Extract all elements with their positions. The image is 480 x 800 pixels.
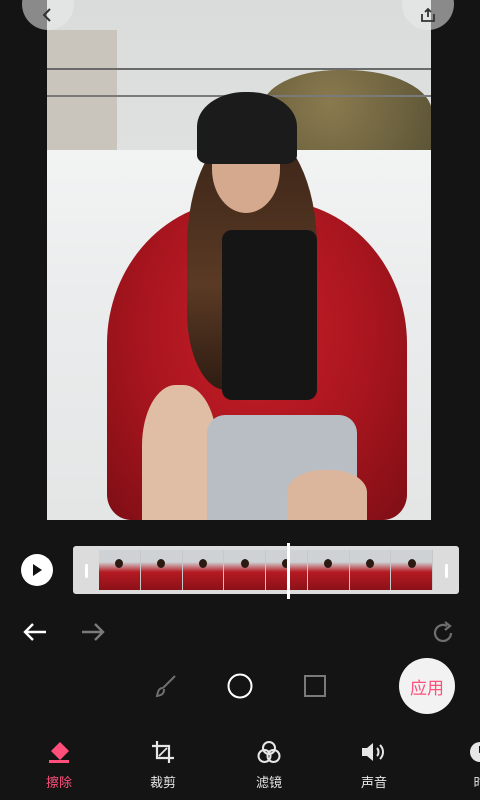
timeline-frame <box>349 550 392 590</box>
tab-crop[interactable]: 裁剪 <box>133 736 193 791</box>
speaker-icon <box>362 743 384 761</box>
bottom-tab-bar: 擦除 裁剪 滤镜 声音 时 <box>0 730 480 800</box>
tab-label: 时 <box>473 776 480 791</box>
arrow-left-icon <box>23 623 46 641</box>
redo-button[interactable] <box>80 618 106 650</box>
tab-label: 滤镜 <box>255 776 282 791</box>
video-preview <box>47 0 431 520</box>
timeline-frame <box>307 550 350 590</box>
tab-label: 声音 <box>360 776 387 791</box>
chevron-left-icon <box>42 8 51 22</box>
tab-label: 裁剪 <box>149 776 176 791</box>
filter-icon <box>257 741 281 763</box>
timeline-frames <box>99 550 433 590</box>
timeline-frame <box>224 550 266 590</box>
timeline-frame <box>391 550 433 590</box>
tab-erase[interactable]: 擦除 <box>29 736 89 791</box>
eraser-icon <box>49 742 69 763</box>
apply-button[interactable]: 应用 <box>399 658 455 714</box>
tab-time[interactable]: 时 <box>450 736 480 791</box>
timeline-strip[interactable] <box>73 546 459 594</box>
clock-icon <box>470 742 480 762</box>
tab-filter[interactable]: 滤镜 <box>239 736 299 791</box>
timeline-frame <box>182 550 225 590</box>
tab-sound[interactable]: 声音 <box>344 736 404 791</box>
play-icon <box>33 564 42 576</box>
circle-tool-button[interactable] <box>226 672 254 700</box>
trim-handle-left[interactable] <box>85 564 88 578</box>
brush-tool-button[interactable] <box>152 672 180 700</box>
trim-handle-right[interactable] <box>445 564 448 578</box>
share-icon <box>421 7 435 22</box>
reset-button[interactable] <box>430 620 456 653</box>
undo-button[interactable] <box>22 618 48 650</box>
crop-icon <box>152 741 174 763</box>
timeline-frame <box>99 550 141 590</box>
square-icon <box>304 675 326 697</box>
tab-label: 擦除 <box>45 776 72 791</box>
brush-icon <box>155 675 176 698</box>
playhead[interactable] <box>287 543 290 599</box>
circle-icon <box>227 673 253 699</box>
play-button[interactable] <box>21 554 53 586</box>
arrow-right-icon <box>82 623 105 641</box>
square-tool-button[interactable] <box>301 672 329 700</box>
refresh-icon <box>433 621 453 642</box>
timeline-frame <box>140 550 183 590</box>
